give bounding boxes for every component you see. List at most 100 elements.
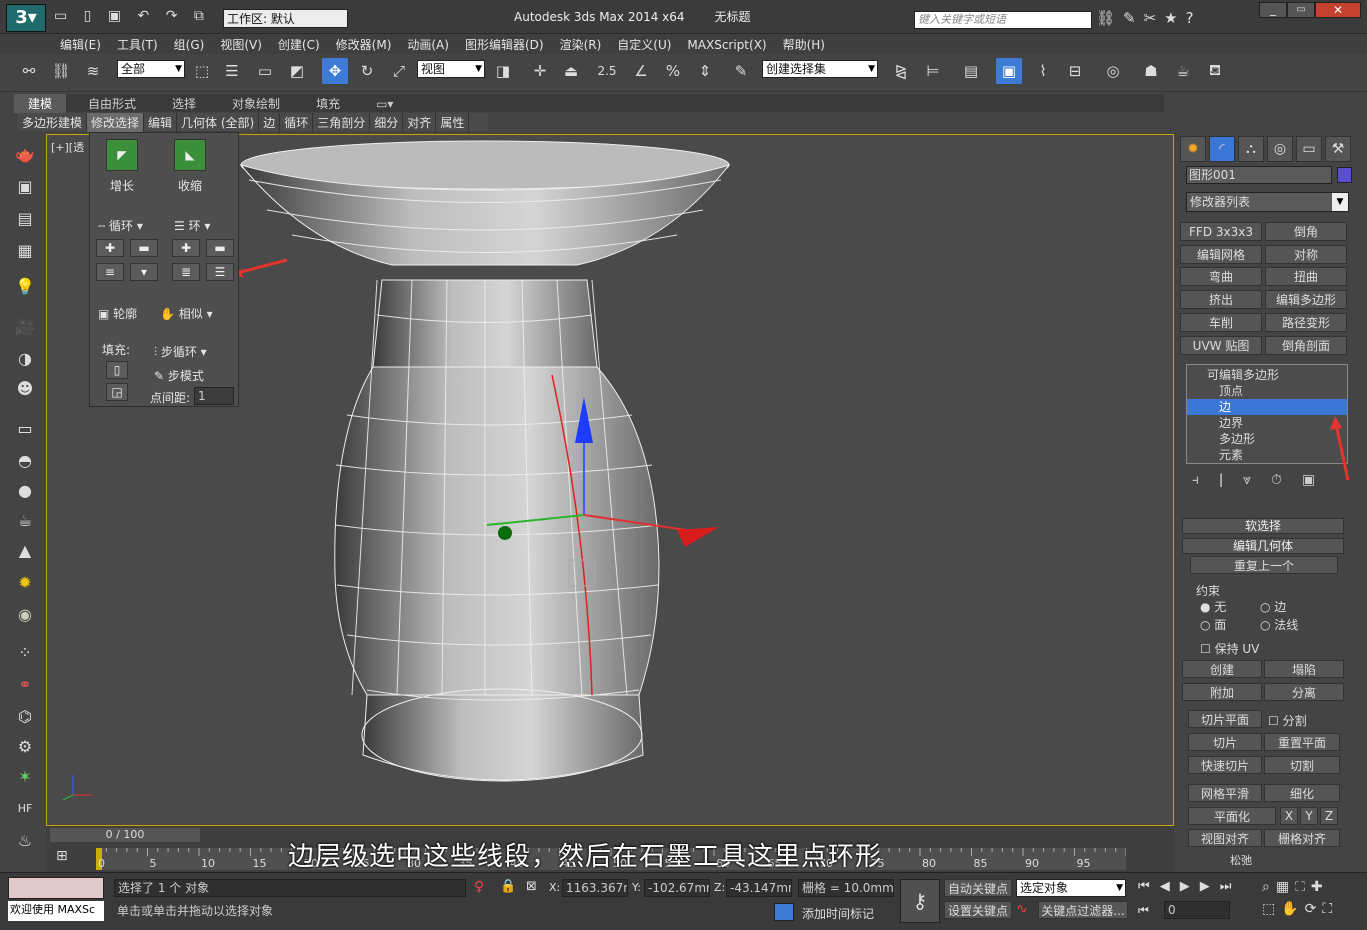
character-icon[interactable]: ☻ bbox=[12, 376, 38, 400]
key-selection-dropdown[interactable]: 选定对象 bbox=[1016, 879, 1126, 897]
outline-button[interactable]: ▣ 轮廓 bbox=[98, 305, 137, 322]
motion-tab-icon[interactable]: ◎ bbox=[1267, 136, 1293, 162]
particles-icon[interactable]: ⁘ bbox=[12, 640, 38, 664]
shrink-icon[interactable]: ◣ bbox=[174, 139, 206, 171]
maximize-button[interactable]: ▭ bbox=[1287, 2, 1315, 18]
utilities-tab-icon[interactable]: ⚒ bbox=[1325, 136, 1351, 162]
viewport-nav-icons[interactable]: ⌕▦⛶✚ bbox=[1262, 879, 1362, 895]
step-loop-button[interactable]: ⫶ 步循环 ▾ bbox=[154, 343, 207, 360]
link-icon[interactable]: ⚯ bbox=[16, 58, 42, 84]
mod-twist-button[interactable]: 扭曲 bbox=[1265, 267, 1347, 286]
set-key-button[interactable]: 设置关键点 bbox=[944, 901, 1012, 919]
panel-geometry-all[interactable]: 几何体 (全部) bbox=[177, 113, 260, 132]
panel-tris[interactable]: 三角剖分 bbox=[313, 113, 371, 132]
constraint-edge-radio[interactable]: ○ 边 bbox=[1260, 598, 1286, 615]
slice-plane-button[interactable]: 切片平面 bbox=[1188, 710, 1262, 728]
modify-tab-icon[interactable]: ◜ bbox=[1209, 136, 1235, 162]
scroll-icon[interactable]: ♨ bbox=[12, 828, 38, 852]
script-listener-pink[interactable] bbox=[8, 877, 104, 899]
panel-poly-modeling[interactable]: 多边形建模 bbox=[18, 113, 88, 132]
panel-loops[interactable]: 循环 bbox=[280, 113, 314, 132]
slice-button[interactable]: 切片 bbox=[1188, 733, 1262, 751]
mod-lathe-button[interactable]: 车削 bbox=[1180, 313, 1262, 332]
stack-vertex[interactable]: 顶点 bbox=[1187, 383, 1347, 399]
box-icon[interactable]: ▭ bbox=[12, 416, 38, 440]
mod-editmesh-button[interactable]: 编辑网格 bbox=[1180, 245, 1262, 264]
constraint-none-radio[interactable]: ● 无 bbox=[1200, 598, 1226, 615]
mod-chamfer-button[interactable]: 倒角 bbox=[1265, 222, 1347, 241]
pivot-center-icon[interactable]: ◨ bbox=[490, 58, 516, 84]
mod-uvw-button[interactable]: UVW 贴图 bbox=[1180, 336, 1262, 355]
cut-button[interactable]: 切割 bbox=[1264, 756, 1340, 774]
angle-snap-icon[interactable]: ∠ bbox=[628, 58, 654, 84]
ring-shrink-button[interactable]: ▬ bbox=[206, 239, 234, 257]
selection-filter-dropdown[interactable]: 全部 bbox=[117, 60, 185, 78]
time-tag-icon[interactable] bbox=[774, 903, 794, 921]
view-align-button[interactable]: 视图对齐 bbox=[1188, 829, 1262, 847]
tab-selection[interactable]: 选择 bbox=[158, 94, 210, 113]
panel-edges[interactable]: 边 bbox=[259, 113, 281, 132]
attach-button[interactable]: 附加 bbox=[1182, 683, 1262, 701]
lock-icon[interactable]: 🔒 bbox=[500, 879, 516, 894]
disc-icon[interactable]: ◉ bbox=[12, 602, 38, 626]
unlink-icon[interactable]: ⛓ bbox=[48, 58, 74, 84]
camera-icon[interactable]: 🎥 bbox=[12, 314, 38, 338]
key-mode-icon[interactable]: ⏮ bbox=[1138, 903, 1149, 918]
keyboard-shortcut-icon[interactable]: ⏏ bbox=[558, 58, 584, 84]
planar-y-button[interactable]: Y bbox=[1300, 807, 1318, 825]
sphere-half-icon[interactable]: ◑ bbox=[12, 346, 38, 370]
layer-manager-icon[interactable]: ▤ bbox=[958, 58, 984, 84]
spinner-snap-icon[interactable]: ⇕ bbox=[692, 58, 718, 84]
teapot-small-icon[interactable]: ☕ bbox=[12, 508, 38, 532]
hf-icon[interactable]: HF bbox=[12, 796, 38, 820]
ring-grow-button[interactable]: ✚ bbox=[172, 239, 200, 257]
align-icon[interactable]: ⊨ bbox=[920, 58, 946, 84]
panel-edit[interactable]: 编辑 bbox=[144, 113, 178, 132]
rendered-frame-icon[interactable]: ☕ bbox=[1170, 58, 1196, 84]
planar-x-button[interactable]: X bbox=[1280, 807, 1298, 825]
shrink-label[interactable]: 收缩 bbox=[178, 177, 202, 194]
time-slider[interactable]: 0 / 100 bbox=[50, 828, 200, 842]
molecule-icon[interactable]: ⚭ bbox=[12, 672, 38, 696]
planarize-button[interactable]: 平面化 bbox=[1188, 807, 1276, 825]
repeat-last-button[interactable]: 重复上一个 bbox=[1190, 556, 1338, 574]
tab-modeling[interactable]: 建模 bbox=[14, 94, 67, 113]
select-move-icon[interactable]: ✥ bbox=[322, 58, 348, 84]
gear-icon[interactable]: ⚙ bbox=[12, 734, 38, 758]
menu-maxscript[interactable]: MAXScript(X) bbox=[679, 36, 774, 54]
ref-coord-dropdown[interactable]: 视图 bbox=[417, 60, 485, 78]
playback-controls[interactable]: ⏮◀▶▶⏭ bbox=[1138, 879, 1258, 894]
grass-icon[interactable]: ✶ bbox=[12, 764, 38, 788]
menu-animation[interactable]: 动画(A) bbox=[399, 34, 457, 55]
grow-label[interactable]: 增长 bbox=[110, 177, 134, 194]
mod-symmetry-button[interactable]: 对称 bbox=[1265, 245, 1347, 264]
mod-extrude-button[interactable]: 挤出 bbox=[1180, 290, 1262, 309]
tab-populate[interactable]: 填充 bbox=[302, 94, 354, 113]
select-object-icon[interactable]: ⬚ bbox=[189, 58, 215, 84]
sun-icon[interactable]: ✹ bbox=[12, 570, 38, 594]
dome-icon[interactable]: ◓ bbox=[12, 448, 38, 472]
mini-curve-icon[interactable]: ⊞ bbox=[56, 848, 86, 868]
close-button[interactable]: ✕ bbox=[1315, 2, 1361, 18]
similar-button[interactable]: ✋ 相似 ▾ bbox=[160, 305, 213, 322]
keep-uv-checkbox[interactable]: ☐ 保持 UV bbox=[1200, 640, 1259, 657]
bind-spacewarp-icon[interactable]: ≋ bbox=[80, 58, 106, 84]
panel-modify-selection[interactable]: 修改选择 bbox=[87, 113, 145, 132]
auto-key-button[interactable]: 自动关键点 bbox=[944, 879, 1012, 897]
hierarchy-tab-icon[interactable]: ⛬ bbox=[1238, 136, 1264, 162]
light-icon[interactable]: 💡 bbox=[12, 274, 38, 298]
object-name-field[interactable]: 图形001 bbox=[1186, 166, 1332, 184]
infocenter-icons[interactable]: ⛓✎✂★? bbox=[1096, 9, 1236, 29]
display-tab-icon[interactable]: ▭ bbox=[1296, 136, 1322, 162]
panel-subdivision[interactable]: 细分 bbox=[370, 113, 404, 132]
loop-options-button[interactable]: ▾ bbox=[130, 263, 158, 281]
create-button[interactable]: 创建 bbox=[1182, 660, 1262, 678]
mod-bend-button[interactable]: 弯曲 bbox=[1180, 267, 1262, 286]
stack-polygon[interactable]: 多边形 bbox=[1187, 431, 1347, 447]
modifier-list-dropdown[interactable]: 修改器列表 bbox=[1186, 192, 1349, 212]
object-color-swatch[interactable] bbox=[1337, 167, 1352, 183]
detach-button[interactable]: 分离 bbox=[1264, 683, 1344, 701]
scene-explorer-icon[interactable]: ▤ bbox=[12, 206, 38, 230]
y-coordinate-field[interactable]: -102.67mm bbox=[644, 879, 710, 897]
stack-border[interactable]: 边界 bbox=[1187, 415, 1347, 431]
